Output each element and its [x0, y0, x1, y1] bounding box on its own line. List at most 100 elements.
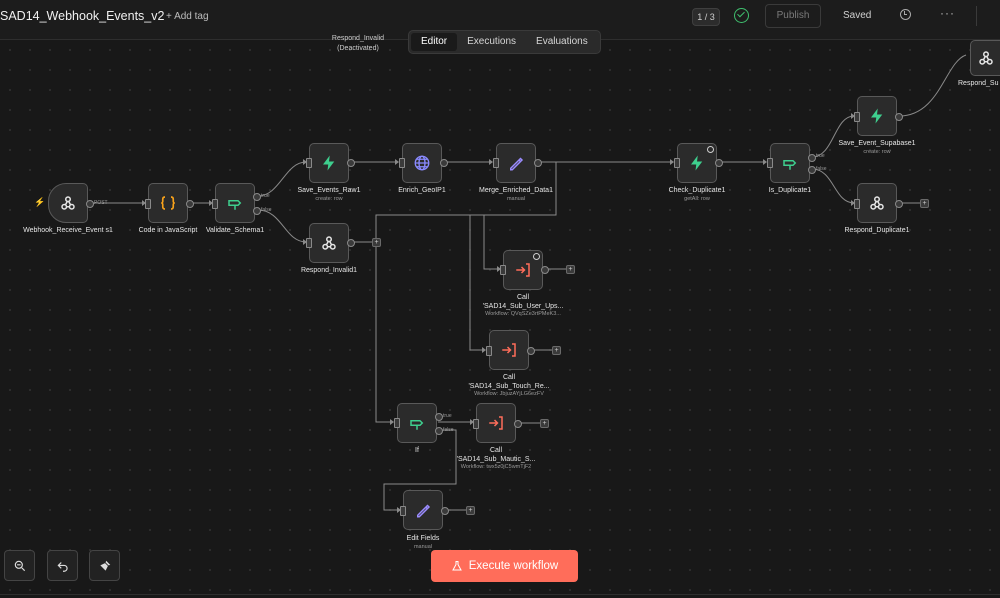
node-label: Is_Duplicate1 [768, 187, 812, 194]
broom-icon [99, 560, 110, 571]
node-label: Respond_Su [958, 80, 999, 87]
output-port[interactable] [541, 266, 549, 274]
node-label: Save_Event_Supabase1 [838, 140, 916, 147]
input-port[interactable] [486, 346, 492, 356]
node-subtitle: Workflow: QVqSZe3rtPMeK3... [485, 311, 561, 317]
node-check-duplicate[interactable] [677, 143, 717, 183]
input-port[interactable] [493, 158, 499, 168]
port-label-false: false [261, 207, 272, 213]
supabase-bolt-icon [323, 155, 335, 171]
node-label: Call [516, 294, 530, 301]
globe-icon [414, 155, 430, 171]
output-port[interactable] [347, 239, 355, 247]
webhook-icon [322, 236, 336, 250]
edge-merge-calluser [483, 215, 500, 270]
pen-icon [417, 504, 431, 518]
undo-button[interactable] [47, 550, 78, 581]
router-icon [228, 200, 242, 210]
node-save-events-raw[interactable] [309, 143, 349, 183]
pen-icon [510, 157, 524, 171]
node-label: Respond_Invalid1 [300, 267, 358, 274]
output-port[interactable] [527, 347, 535, 355]
input-port[interactable] [854, 112, 860, 122]
zoom-out-button[interactable] [4, 550, 35, 581]
node-is-duplicate[interactable] [770, 143, 810, 183]
output-port[interactable] [895, 113, 903, 121]
node-respond-duplicate[interactable] [857, 183, 897, 223]
edge-merge-calltouch [469, 215, 485, 351]
execute-workflow-button[interactable]: Execute workflow [431, 550, 578, 582]
input-port[interactable] [306, 238, 312, 248]
supabase-bolt-icon [691, 155, 703, 171]
output-port[interactable] [347, 159, 355, 167]
node-merge-enriched[interactable] [496, 143, 536, 183]
node-call-sub-touch[interactable] [489, 330, 529, 370]
output-port[interactable] [715, 159, 723, 167]
node-subtitle: Workflow: twx5z0jC5wmTjF2 [460, 464, 532, 470]
node-if[interactable] [397, 403, 437, 443]
output-port[interactable] [514, 420, 522, 428]
webhook-icon [61, 196, 75, 210]
add-node-button[interactable]: + [540, 419, 549, 428]
output-port-false[interactable] [253, 207, 261, 215]
input-port[interactable] [473, 419, 479, 429]
output-port-false[interactable] [808, 166, 816, 174]
output-port[interactable] [86, 200, 94, 208]
execute-workflow-icon [502, 343, 516, 357]
node-save-event-supabase[interactable] [857, 96, 897, 136]
node-subtitle: manual [506, 196, 526, 202]
webhook-icon [870, 196, 884, 210]
output-port[interactable] [895, 200, 903, 208]
edge-save-success [898, 54, 967, 117]
input-port[interactable] [212, 199, 218, 209]
tidy-up-button[interactable] [89, 550, 120, 581]
output-port-false[interactable] [435, 427, 443, 435]
node-call-sub-mautic[interactable] [476, 403, 516, 443]
output-port[interactable] [534, 159, 542, 167]
input-port[interactable] [145, 199, 151, 209]
node-subtitle: getAll: row [684, 196, 710, 202]
node-respond-success[interactable] [970, 40, 1000, 76]
input-port[interactable] [854, 199, 860, 209]
node-label: Respond_Duplicate1 [844, 227, 910, 234]
node-edit-fields[interactable] [403, 490, 443, 530]
webhook-icon [978, 51, 993, 65]
input-port[interactable] [500, 265, 506, 275]
execute-workflow-icon [516, 263, 530, 277]
zoom-out-icon [14, 560, 25, 571]
input-port[interactable] [674, 158, 680, 168]
output-port[interactable] [441, 507, 449, 515]
add-node-button[interactable]: + [372, 238, 381, 247]
add-node-button[interactable]: + [552, 346, 561, 355]
router-icon [783, 160, 797, 170]
node-label: Call [502, 374, 516, 381]
input-port[interactable] [306, 158, 312, 168]
input-port[interactable] [400, 506, 406, 516]
add-node-button[interactable]: + [466, 506, 475, 515]
port-label-false: false [443, 427, 454, 433]
add-node-button[interactable]: + [920, 199, 929, 208]
output-port[interactable] [440, 159, 448, 167]
sub-status-icon [533, 253, 540, 260]
output-port[interactable] [186, 200, 194, 208]
node-enrich-geoip[interactable] [402, 143, 442, 183]
flask-icon [451, 561, 462, 571]
node-call-sub-user-ups[interactable] [503, 250, 543, 290]
execute-workflow-label: Execute workflow [468, 560, 559, 572]
node-validate-schema[interactable] [215, 183, 255, 223]
add-node-button[interactable]: + [566, 265, 575, 274]
output-port-true[interactable] [808, 154, 816, 162]
node-label: Edit Fields [406, 535, 440, 542]
port-label-true: true [443, 413, 452, 419]
port-label-false: false [816, 166, 827, 172]
input-port[interactable] [767, 158, 773, 168]
node-webhook-receive[interactable] [48, 183, 88, 223]
node-label-line2: 'SAD14_Sub_Mautic_S... [456, 456, 536, 463]
node-respond-invalid[interactable] [309, 223, 349, 263]
input-port[interactable] [394, 418, 400, 428]
execute-workflow-icon [489, 416, 503, 430]
node-code-javascript[interactable] [148, 183, 188, 223]
output-port-true[interactable] [435, 413, 443, 421]
input-port[interactable] [399, 158, 405, 168]
output-port-true[interactable] [253, 193, 261, 201]
